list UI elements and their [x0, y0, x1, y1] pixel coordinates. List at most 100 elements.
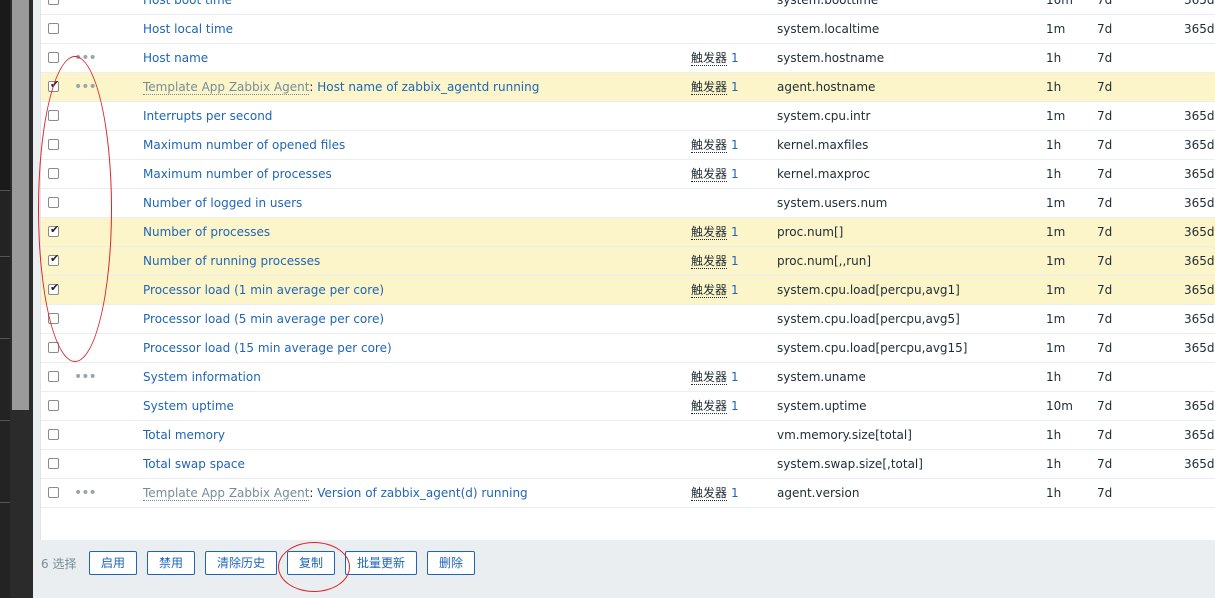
item-name-cell: Number of logged in users: [143, 189, 302, 217]
triggers-link[interactable]: 触发器: [691, 167, 728, 182]
item-name-cell: Host boot time: [143, 0, 232, 14]
history-period: 7d: [1097, 138, 1113, 152]
history-period: 7d: [1097, 80, 1113, 94]
item-name-link[interactable]: Maximum number of processes: [143, 167, 332, 181]
template-link[interactable]: Template App Zabbix Agent: [143, 486, 310, 501]
item-name-cell: Interrupts per second: [143, 102, 272, 130]
history-period: 7d: [1097, 428, 1113, 442]
item-name-cell: Template App Zabbix Agent: Version of za…: [143, 479, 528, 507]
row-checkbox[interactable]: [48, 487, 59, 498]
delete-button[interactable]: 删除: [427, 551, 475, 575]
trigger-count: 1: [731, 254, 739, 268]
item-name-cell: Total memory: [143, 421, 225, 449]
triggers-link[interactable]: 触发器: [691, 225, 728, 240]
triggers-link[interactable]: 触发器: [691, 51, 728, 66]
item-name-link[interactable]: Number of logged in users: [143, 196, 302, 210]
annotation-ellipse-checkboxes: [38, 56, 112, 362]
item-name-link[interactable]: Host name of zabbix_agentd running: [317, 80, 539, 94]
update-interval: 1h: [1046, 80, 1062, 94]
triggers-cell: 触发器 1: [691, 44, 739, 72]
item-key: proc.num[,,run]: [777, 254, 872, 268]
item-name-link[interactable]: Processor load (15 min average per core): [143, 341, 392, 355]
annotation-ellipse-copy: [278, 542, 350, 592]
history-period: 7d: [1097, 51, 1113, 65]
trends-period: 365d: [1184, 225, 1215, 239]
row-checkbox[interactable]: [48, 23, 59, 34]
item-name-cell: Host local time: [143, 15, 233, 43]
update-interval: 1m: [1046, 341, 1066, 355]
item-key: system.uname: [777, 370, 866, 384]
update-interval: 10m: [1046, 399, 1073, 413]
item-name-link[interactable]: Host name: [143, 51, 208, 65]
item-name-link[interactable]: Maximum number of opened files: [143, 138, 345, 152]
item-name-link[interactable]: System uptime: [143, 399, 234, 413]
triggers-cell: 触发器 1: [691, 479, 739, 507]
row-checkbox[interactable]: [48, 458, 59, 469]
more-options-icon[interactable]: •••: [74, 479, 97, 507]
history-period: 7d: [1097, 22, 1113, 36]
row-checkbox[interactable]: [48, 0, 59, 5]
item-name-link[interactable]: Total memory: [143, 428, 225, 442]
trigger-count: 1: [731, 399, 739, 413]
trigger-count: 1: [731, 370, 739, 384]
trends-period: 365d: [1184, 167, 1215, 181]
triggers-link[interactable]: 触发器: [691, 283, 728, 298]
item-name-link[interactable]: Number of running processes: [143, 254, 320, 268]
triggers-link[interactable]: 触发器: [691, 254, 728, 269]
trigger-count: 1: [731, 486, 739, 500]
triggers-link[interactable]: 触发器: [691, 138, 728, 153]
table-row: Total memory vm.memory.size[total] 1h 7d 365…: [41, 421, 1215, 450]
item-key: system.cpu.load[percpu,avg5]: [777, 312, 960, 326]
item-name-link[interactable]: Processor load (1 min average per core): [143, 283, 384, 297]
item-name-link[interactable]: Total swap space: [143, 457, 245, 471]
item-key: agent.hostname: [777, 80, 876, 94]
table-row: Interrupts per second system.cpu.intr 1m 7d…: [41, 102, 1215, 131]
triggers-link[interactable]: 触发器: [691, 370, 728, 385]
history-period: 7d: [1097, 486, 1113, 500]
trigger-count: 1: [731, 138, 739, 152]
trends-period: 365d: [1184, 109, 1215, 123]
update-interval: 10m: [1046, 0, 1073, 7]
item-name-link[interactable]: Version of zabbix_agent(d) running: [317, 486, 527, 500]
clear-history-button[interactable]: 清除历史: [205, 551, 277, 575]
item-name-link[interactable]: System information: [143, 370, 261, 384]
trigger-count: 1: [731, 167, 739, 181]
update-interval: 1m: [1046, 22, 1066, 36]
row-checkbox[interactable]: [48, 52, 59, 63]
triggers-link[interactable]: 触发器: [691, 486, 728, 501]
item-name-cell: Maximum number of opened files: [143, 131, 345, 159]
item-name-link[interactable]: Host boot time: [143, 0, 232, 7]
scrollbar-thumb[interactable]: [12, 0, 29, 410]
item-name-link[interactable]: Number of processes: [143, 225, 270, 239]
item-name-link[interactable]: Interrupts per second: [143, 109, 272, 123]
item-name-cell: Template App Zabbix Agent: Host name of …: [143, 73, 539, 101]
mass-update-button[interactable]: 批量更新: [345, 551, 417, 575]
history-period: 7d: [1097, 341, 1113, 355]
update-interval: 1m: [1046, 312, 1066, 326]
more-options-icon[interactable]: •••: [74, 363, 97, 391]
update-interval: 1m: [1046, 283, 1066, 297]
triggers-link[interactable]: 触发器: [691, 80, 728, 95]
item-key: proc.num[]: [777, 225, 844, 239]
row-checkbox[interactable]: [48, 429, 59, 440]
update-interval: 1h: [1046, 486, 1062, 500]
table-row: ••• System information 触发器 1 system.uname 1h 7…: [41, 363, 1215, 392]
history-period: 7d: [1097, 370, 1113, 384]
triggers-cell: 触发器 1: [691, 392, 739, 420]
row-checkbox[interactable]: [48, 400, 59, 411]
row-checkbox[interactable]: [48, 371, 59, 382]
template-link[interactable]: Template App Zabbix Agent: [143, 80, 310, 95]
items-table: Host boot time system.boottime 10m 7d 365d Ho…: [40, 0, 1215, 540]
table-row: Host local time system.localtime 1m 7d 365d: [41, 15, 1215, 44]
disable-button[interactable]: 禁用: [147, 551, 195, 575]
triggers-link[interactable]: 触发器: [691, 399, 728, 414]
history-period: 7d: [1097, 0, 1113, 7]
item-name-cell: Total swap space: [143, 450, 245, 478]
trends-period: 365d: [1184, 428, 1215, 442]
item-name-link[interactable]: Processor load (5 min average per core): [143, 312, 384, 326]
history-period: 7d: [1097, 254, 1113, 268]
enable-button[interactable]: 启用: [89, 551, 137, 575]
item-name-link[interactable]: Host local time: [143, 22, 233, 36]
update-interval: 1h: [1046, 457, 1062, 471]
history-period: 7d: [1097, 196, 1113, 210]
